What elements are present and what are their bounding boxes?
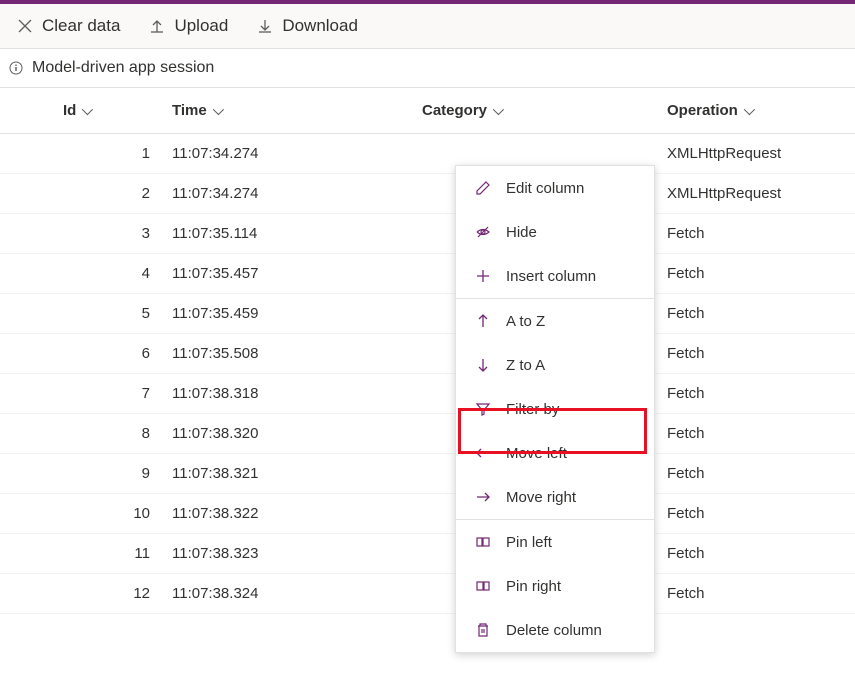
cell-id: 11 <box>45 545 170 562</box>
table-row[interactable]: 211:07:34.274 XMLHttpRequest <box>0 174 855 214</box>
table-row[interactable]: 811:07:38.320 Fetch <box>0 414 855 454</box>
cell-operation: Fetch <box>665 545 855 562</box>
table-header: Id Time Category Operation <box>0 88 855 134</box>
menu-move-left[interactable]: Move left <box>456 431 654 475</box>
breadcrumb-text: Model-driven app session <box>32 59 214 77</box>
chevron-down-icon <box>213 103 224 114</box>
table-row[interactable]: 311:07:35.114 Fetch <box>0 214 855 254</box>
cell-operation: Fetch <box>665 585 855 602</box>
cell-time: 11:07:34.274 <box>170 185 420 202</box>
arrow-up-icon <box>474 312 492 330</box>
cell-operation: Fetch <box>665 225 855 242</box>
table-row[interactable]: 1011:07:38.322 Fetch <box>0 494 855 534</box>
cell-id: 8 <box>45 425 170 442</box>
cell-operation: Fetch <box>665 305 855 322</box>
chevron-down-icon <box>82 103 93 114</box>
cell-operation: Fetch <box>665 505 855 522</box>
cell-time: 11:07:38.323 <box>170 545 420 562</box>
cell-id: 5 <box>45 305 170 322</box>
cell-operation: Fetch <box>665 385 855 402</box>
menu-delete-column[interactable]: Delete column <box>456 608 654 652</box>
arrow-right-icon <box>474 488 492 506</box>
cell-time: 11:07:35.457 <box>170 265 420 282</box>
upload-label: Upload <box>174 16 228 36</box>
table-row[interactable]: 611:07:35.508 Fetch <box>0 334 855 374</box>
cell-time: 11:07:35.459 <box>170 305 420 322</box>
cell-operation: Fetch <box>665 425 855 442</box>
table-row[interactable]: 1211:07:38.324 Fetch <box>0 574 855 614</box>
pin-right-icon <box>474 577 492 595</box>
column-header-id[interactable]: Id <box>63 102 170 119</box>
pin-left-icon <box>474 533 492 551</box>
menu-pin-right[interactable]: Pin right <box>456 564 654 608</box>
cell-time: 11:07:34.274 <box>170 145 420 162</box>
menu-filter-by[interactable]: Filter by <box>456 387 654 431</box>
upload-button[interactable]: Upload <box>148 16 228 36</box>
breadcrumb: Model-driven app session <box>0 49 855 88</box>
cell-time: 11:07:38.324 <box>170 585 420 602</box>
download-button[interactable]: Download <box>256 16 358 36</box>
arrow-down-icon <box>474 356 492 374</box>
cell-id: 12 <box>45 585 170 602</box>
cell-operation: XMLHttpRequest <box>665 185 855 202</box>
download-label: Download <box>282 16 358 36</box>
menu-pin-left[interactable]: Pin left <box>456 520 654 564</box>
cell-operation: XMLHttpRequest <box>665 145 855 162</box>
trash-icon <box>474 621 492 639</box>
close-icon <box>16 17 34 35</box>
info-icon <box>8 60 24 76</box>
menu-sort-asc[interactable]: A to Z <box>456 299 654 343</box>
cell-operation: Fetch <box>665 345 855 362</box>
menu-edit-column[interactable]: Edit column <box>456 166 654 210</box>
cell-time: 11:07:38.322 <box>170 505 420 522</box>
cell-time: 11:07:38.318 <box>170 385 420 402</box>
menu-sort-desc[interactable]: Z to A <box>456 343 654 387</box>
cell-id: 7 <box>45 385 170 402</box>
table-row[interactable]: 711:07:38.318 Fetch <box>0 374 855 414</box>
cell-id: 1 <box>45 145 170 162</box>
cell-id: 10 <box>45 505 170 522</box>
data-table: Id Time Category Operation 111:07:34.274… <box>0 88 855 614</box>
cell-operation: Fetch <box>665 265 855 282</box>
cell-id: 6 <box>45 345 170 362</box>
menu-move-right[interactable]: Move right <box>456 475 654 519</box>
clear-data-label: Clear data <box>42 16 120 36</box>
chevron-down-icon <box>744 103 755 114</box>
chevron-down-icon <box>493 103 504 114</box>
cell-id: 4 <box>45 265 170 282</box>
column-header-category[interactable]: Category <box>422 102 665 119</box>
column-header-operation[interactable]: Operation <box>667 102 855 119</box>
filter-icon <box>474 400 492 418</box>
cell-time: 11:07:35.508 <box>170 345 420 362</box>
menu-hide[interactable]: Hide <box>456 210 654 254</box>
cell-time: 11:07:38.320 <box>170 425 420 442</box>
table-row[interactable]: 911:07:38.321 Fetch <box>0 454 855 494</box>
cell-id: 2 <box>45 185 170 202</box>
table-row[interactable]: 511:07:35.459 Fetch <box>0 294 855 334</box>
table-body: 111:07:34.274XMLHttpRequest211:07:34.274… <box>0 134 855 614</box>
pencil-icon <box>474 179 492 197</box>
download-icon <box>256 17 274 35</box>
table-row[interactable]: 1111:07:38.323 Fetch <box>0 534 855 574</box>
upload-icon <box>148 17 166 35</box>
arrow-left-icon <box>474 444 492 462</box>
hide-icon <box>474 223 492 241</box>
table-row[interactable]: 111:07:34.274 XMLHttpRequest <box>0 134 855 174</box>
toolbar: Clear data Upload Download <box>0 4 855 49</box>
checkbox-column <box>0 102 45 119</box>
cell-id: 3 <box>45 225 170 242</box>
column-header-time[interactable]: Time <box>172 102 420 119</box>
cell-time: 11:07:35.114 <box>170 225 420 242</box>
cell-time: 11:07:38.321 <box>170 465 420 482</box>
menu-insert-column[interactable]: Insert column <box>456 254 654 298</box>
cell-id: 9 <box>45 465 170 482</box>
plus-icon <box>474 267 492 285</box>
table-row[interactable]: 411:07:35.457 Fetch <box>0 254 855 294</box>
column-context-menu: Edit column Hide Insert column A to Z <box>455 165 655 653</box>
cell-operation: Fetch <box>665 465 855 482</box>
clear-data-button[interactable]: Clear data <box>16 16 120 36</box>
